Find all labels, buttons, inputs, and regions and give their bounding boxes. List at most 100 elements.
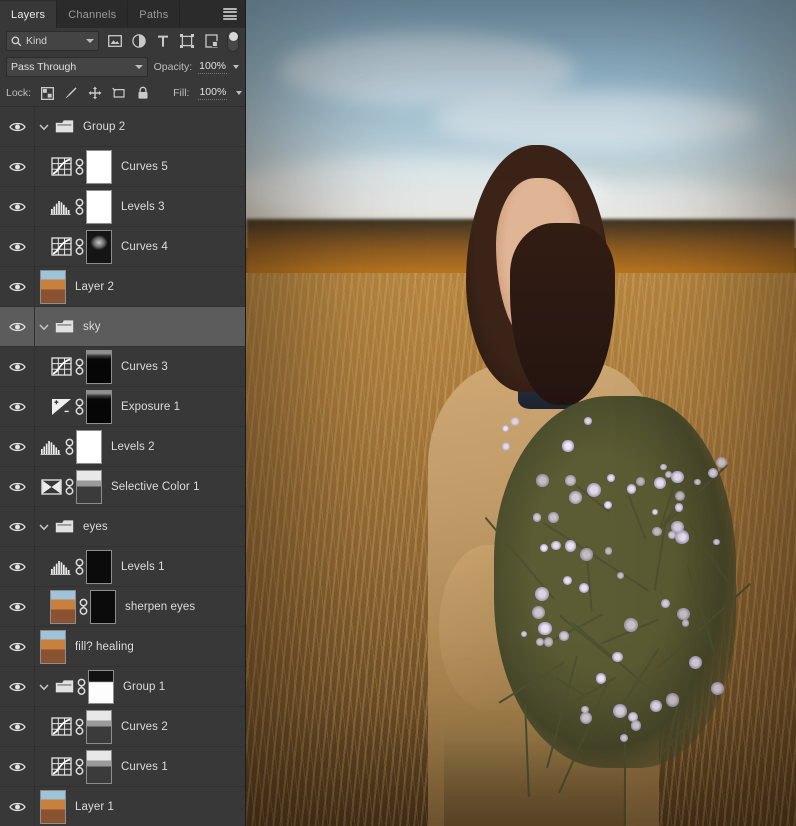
layer-visibility-toggle[interactable] bbox=[0, 627, 34, 667]
layer-visibility-toggle[interactable] bbox=[0, 387, 34, 427]
mask-link-icon[interactable] bbox=[72, 398, 86, 416]
layer-name[interactable]: Levels 1 bbox=[121, 561, 165, 573]
layer-name[interactable]: Group 1 bbox=[123, 681, 165, 693]
filter-shape-layers-icon[interactable] bbox=[180, 34, 195, 49]
layer-visibility-toggle[interactable] bbox=[0, 587, 34, 627]
layer-mask-thumbnail[interactable] bbox=[86, 549, 112, 584]
hamburger-menu-icon[interactable] bbox=[223, 8, 237, 20]
mask-link-icon[interactable] bbox=[72, 558, 86, 576]
filter-type-layers-icon[interactable] bbox=[156, 34, 171, 49]
layer-visibility-toggle[interactable] bbox=[0, 667, 34, 707]
filter-enable-toggle[interactable] bbox=[226, 30, 239, 52]
layer-visibility-toggle[interactable] bbox=[0, 107, 34, 147]
layer-name[interactable]: Curves 5 bbox=[121, 161, 168, 173]
lock-position-icon[interactable] bbox=[88, 86, 102, 100]
group-disclosure-triangle-icon[interactable] bbox=[34, 123, 54, 131]
layer-name[interactable]: Levels 2 bbox=[111, 441, 155, 453]
layer-row[interactable]: Exposure 1 bbox=[0, 387, 245, 427]
lock-all-icon[interactable] bbox=[136, 86, 150, 100]
opacity-value[interactable]: 100% bbox=[198, 60, 227, 74]
layer-row[interactable]: Curves 2 bbox=[0, 707, 245, 747]
layer-visibility-toggle[interactable] bbox=[0, 747, 34, 787]
layer-name[interactable]: Curves 2 bbox=[121, 721, 168, 733]
layer-row[interactable]: Selective Color 1 bbox=[0, 467, 245, 507]
layer-row[interactable]: Group 1 bbox=[0, 667, 245, 707]
layer-name[interactable]: sherpen eyes bbox=[125, 601, 195, 613]
layer-visibility-toggle[interactable] bbox=[0, 227, 34, 267]
layer-row[interactable]: eyes bbox=[0, 507, 245, 547]
adjustment-curves-icon[interactable] bbox=[50, 356, 72, 378]
adjustment-curves-icon[interactable] bbox=[50, 756, 72, 778]
layer-name[interactable]: fill? healing bbox=[75, 641, 134, 653]
filter-smart-object-layers-icon[interactable] bbox=[204, 34, 219, 49]
layer-name[interactable]: Group 2 bbox=[83, 121, 125, 133]
layer-visibility-toggle[interactable] bbox=[0, 507, 34, 547]
layer-row[interactable]: Levels 1 bbox=[0, 547, 245, 587]
layer-name[interactable]: eyes bbox=[83, 521, 108, 533]
layer-name[interactable]: Layer 2 bbox=[75, 281, 114, 293]
layer-thumbnail[interactable] bbox=[40, 789, 66, 824]
layer-mask-thumbnail[interactable] bbox=[86, 229, 112, 264]
blend-mode-select[interactable]: Pass Through bbox=[6, 57, 148, 77]
fill-chevron-down-icon[interactable] bbox=[236, 91, 243, 95]
layer-row[interactable]: Curves 5 bbox=[0, 147, 245, 187]
layer-mask-thumbnail[interactable] bbox=[76, 429, 102, 464]
opacity-chevron-down-icon[interactable] bbox=[233, 65, 239, 69]
layer-name[interactable]: Levels 3 bbox=[121, 201, 165, 213]
tab-channels[interactable]: Channels bbox=[57, 1, 129, 28]
group-disclosure-triangle-icon[interactable] bbox=[34, 523, 54, 531]
layer-row[interactable]: Curves 1 bbox=[0, 747, 245, 787]
layer-mask-thumbnail[interactable] bbox=[86, 749, 112, 784]
layer-thumbnail[interactable] bbox=[40, 629, 66, 664]
layer-name[interactable]: Exposure 1 bbox=[121, 401, 180, 413]
layer-visibility-toggle[interactable] bbox=[0, 267, 34, 307]
lock-transparent-pixels-icon[interactable] bbox=[40, 86, 54, 100]
mask-link-icon[interactable] bbox=[72, 718, 86, 736]
adjustment-levels-icon[interactable] bbox=[50, 556, 72, 578]
lock-image-pixels-icon[interactable] bbox=[64, 86, 78, 100]
lock-artboard-nesting-icon[interactable] bbox=[112, 86, 126, 100]
adjustment-levels-icon[interactable] bbox=[50, 196, 72, 218]
layer-mask-thumbnail[interactable] bbox=[86, 149, 112, 184]
layer-visibility-toggle[interactable] bbox=[0, 467, 34, 507]
layer-name[interactable]: Curves 4 bbox=[121, 241, 168, 253]
layer-list[interactable]: Group 2 Curves 5 Levels 3 Curves 4 Layer 2 sk… bbox=[0, 107, 245, 826]
layer-name[interactable]: Curves 1 bbox=[121, 761, 168, 773]
layer-visibility-toggle[interactable] bbox=[0, 787, 34, 826]
layer-row[interactable]: Curves 4 bbox=[0, 227, 245, 267]
mask-link-icon[interactable] bbox=[76, 598, 90, 616]
adjustment-curves-icon[interactable] bbox=[50, 236, 72, 258]
mask-link-icon[interactable] bbox=[72, 238, 86, 256]
layer-visibility-toggle[interactable] bbox=[0, 307, 34, 347]
layer-row[interactable]: Curves 3 bbox=[0, 347, 245, 387]
layer-visibility-toggle[interactable] bbox=[0, 547, 34, 587]
layer-visibility-toggle[interactable] bbox=[0, 427, 34, 467]
layer-mask-thumbnail[interactable] bbox=[88, 669, 114, 704]
layer-visibility-toggle[interactable] bbox=[0, 187, 34, 227]
mask-link-icon[interactable] bbox=[72, 198, 86, 216]
adjustment-levels-icon[interactable] bbox=[40, 436, 62, 458]
fill-value[interactable]: 100% bbox=[198, 86, 228, 100]
adjustment-curves-icon[interactable] bbox=[50, 156, 72, 178]
layer-row[interactable]: Group 2 bbox=[0, 107, 245, 147]
tab-paths[interactable]: Paths bbox=[128, 1, 181, 28]
filter-adjustment-layers-icon[interactable] bbox=[132, 34, 147, 49]
layer-visibility-toggle[interactable] bbox=[0, 707, 34, 747]
layer-mask-thumbnail[interactable] bbox=[86, 389, 112, 424]
layer-row[interactable]: sherpen eyes bbox=[0, 587, 245, 627]
tab-layers[interactable]: Layers bbox=[0, 1, 58, 28]
group-disclosure-triangle-icon[interactable] bbox=[34, 323, 54, 331]
layer-row[interactable]: Levels 3 bbox=[0, 187, 245, 227]
adjustment-curves-icon[interactable] bbox=[50, 716, 72, 738]
layer-row[interactable]: Layer 1 bbox=[0, 787, 245, 826]
layer-name[interactable]: Curves 3 bbox=[121, 361, 168, 373]
mask-link-icon[interactable] bbox=[62, 478, 76, 496]
layer-thumbnail[interactable] bbox=[40, 269, 66, 304]
layer-visibility-toggle[interactable] bbox=[0, 147, 34, 187]
layer-name[interactable]: Selective Color 1 bbox=[111, 481, 200, 493]
group-disclosure-triangle-icon[interactable] bbox=[34, 683, 54, 691]
layer-mask-thumbnail[interactable] bbox=[86, 189, 112, 224]
mask-link-icon[interactable] bbox=[72, 358, 86, 376]
layer-name[interactable]: sky bbox=[83, 321, 101, 333]
layer-mask-thumbnail[interactable] bbox=[86, 709, 112, 744]
